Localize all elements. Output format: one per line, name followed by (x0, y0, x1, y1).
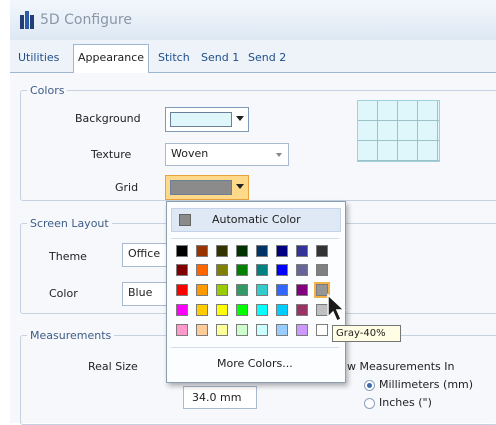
background-color-button[interactable] (165, 107, 249, 132)
color-swatch[interactable] (196, 284, 208, 296)
measurements-in-label: w Measurements In (347, 360, 455, 373)
real-size-label: Real Size (88, 360, 138, 373)
color-swatch[interactable] (296, 264, 308, 276)
color-swatch[interactable] (256, 324, 268, 336)
color-swatch[interactable] (276, 304, 288, 316)
color-label: Color (49, 287, 78, 300)
color-swatch[interactable] (256, 264, 268, 276)
color-swatch[interactable] (276, 324, 288, 336)
inches-label: Inches (") (379, 396, 432, 409)
color-swatch[interactable] (296, 284, 308, 296)
color-theme-value: Blue (128, 286, 153, 299)
background-color-swatch (170, 112, 232, 127)
colors-legend: Colors (30, 84, 65, 97)
color-swatch[interactable] (216, 245, 228, 257)
color-swatch[interactable] (176, 245, 188, 257)
color-swatch[interactable] (196, 304, 208, 316)
color-swatch[interactable] (176, 264, 188, 276)
color-swatch[interactable] (316, 245, 328, 257)
window-title: 5D Configure (40, 12, 132, 28)
measurements-legend: Measurements (30, 329, 112, 342)
app-logo-icon (20, 11, 34, 29)
color-swatch[interactable] (276, 245, 288, 257)
theme-label: Theme (49, 250, 87, 263)
tab-utilities[interactable]: Utilities (14, 47, 63, 69)
theme-value: Office (128, 247, 161, 260)
millimeters-label: Millimeters (mm) (379, 378, 474, 391)
inches-radio[interactable] (364, 398, 375, 409)
color-swatch[interactable] (296, 304, 308, 316)
color-swatch[interactable] (216, 264, 228, 276)
color-swatch[interactable] (256, 245, 268, 257)
texture-label: Texture (91, 148, 132, 161)
color-swatch[interactable] (176, 284, 188, 296)
tab-stitch[interactable]: Stitch (154, 47, 194, 69)
color-swatch[interactable] (216, 304, 228, 316)
chevron-down-icon (236, 184, 244, 189)
tab-send-2[interactable]: Send 2 (244, 47, 290, 69)
color-swatch[interactable] (256, 284, 268, 296)
color-tooltip: Gray-40% (332, 325, 401, 342)
color-swatch[interactable] (236, 284, 248, 296)
divider (171, 238, 339, 239)
color-swatch[interactable] (176, 324, 188, 336)
color-swatch[interactable] (216, 284, 228, 296)
color-swatch[interactable] (276, 264, 288, 276)
color-swatch[interactable] (316, 264, 328, 276)
real-size-value: 34.0 mm (192, 391, 242, 404)
color-swatch[interactable] (196, 264, 208, 276)
color-swatch[interactable] (236, 245, 248, 257)
grid-preview (357, 100, 440, 162)
background-label: Background (75, 112, 141, 125)
texture-select[interactable]: Woven (165, 143, 289, 166)
tab-send-1[interactable]: Send 1 (197, 47, 243, 69)
color-swatch[interactable] (196, 245, 208, 257)
color-swatch[interactable] (236, 264, 248, 276)
chevron-down-icon (276, 153, 282, 157)
automatic-color-label: Automatic Color (212, 213, 301, 226)
more-colors-option[interactable]: More Colors... (217, 357, 293, 370)
color-swatch[interactable] (296, 245, 308, 257)
grid-color-swatch (170, 180, 232, 195)
grid-color-button[interactable] (165, 175, 249, 200)
color-swatch[interactable] (296, 324, 308, 336)
color-swatch[interactable] (236, 304, 248, 316)
automatic-color-option[interactable]: Automatic Color (171, 208, 341, 232)
tab-strip: Utilities Appearance Stitch Send 1 Send … (10, 40, 496, 74)
divider (171, 347, 339, 348)
tab-appearance[interactable]: Appearance (73, 44, 150, 74)
chevron-down-icon (236, 116, 244, 121)
automatic-color-swatch (179, 214, 191, 226)
color-swatch[interactable] (216, 324, 228, 336)
real-size-input[interactable]: 34.0 mm (183, 386, 257, 409)
color-swatch[interactable] (176, 304, 188, 316)
screen-layout-legend: Screen Layout (30, 217, 109, 230)
color-picker-popup: Automatic Color More Colors... (166, 201, 346, 383)
color-swatch[interactable] (316, 324, 328, 336)
millimeters-radio[interactable] (364, 380, 375, 391)
color-swatch[interactable] (236, 324, 248, 336)
color-swatch[interactable] (276, 284, 288, 296)
texture-value: Woven (171, 147, 209, 160)
grid-label: Grid (115, 181, 139, 194)
color-swatch[interactable] (196, 324, 208, 336)
mouse-pointer-icon (327, 293, 346, 323)
color-swatch[interactable] (256, 304, 268, 316)
